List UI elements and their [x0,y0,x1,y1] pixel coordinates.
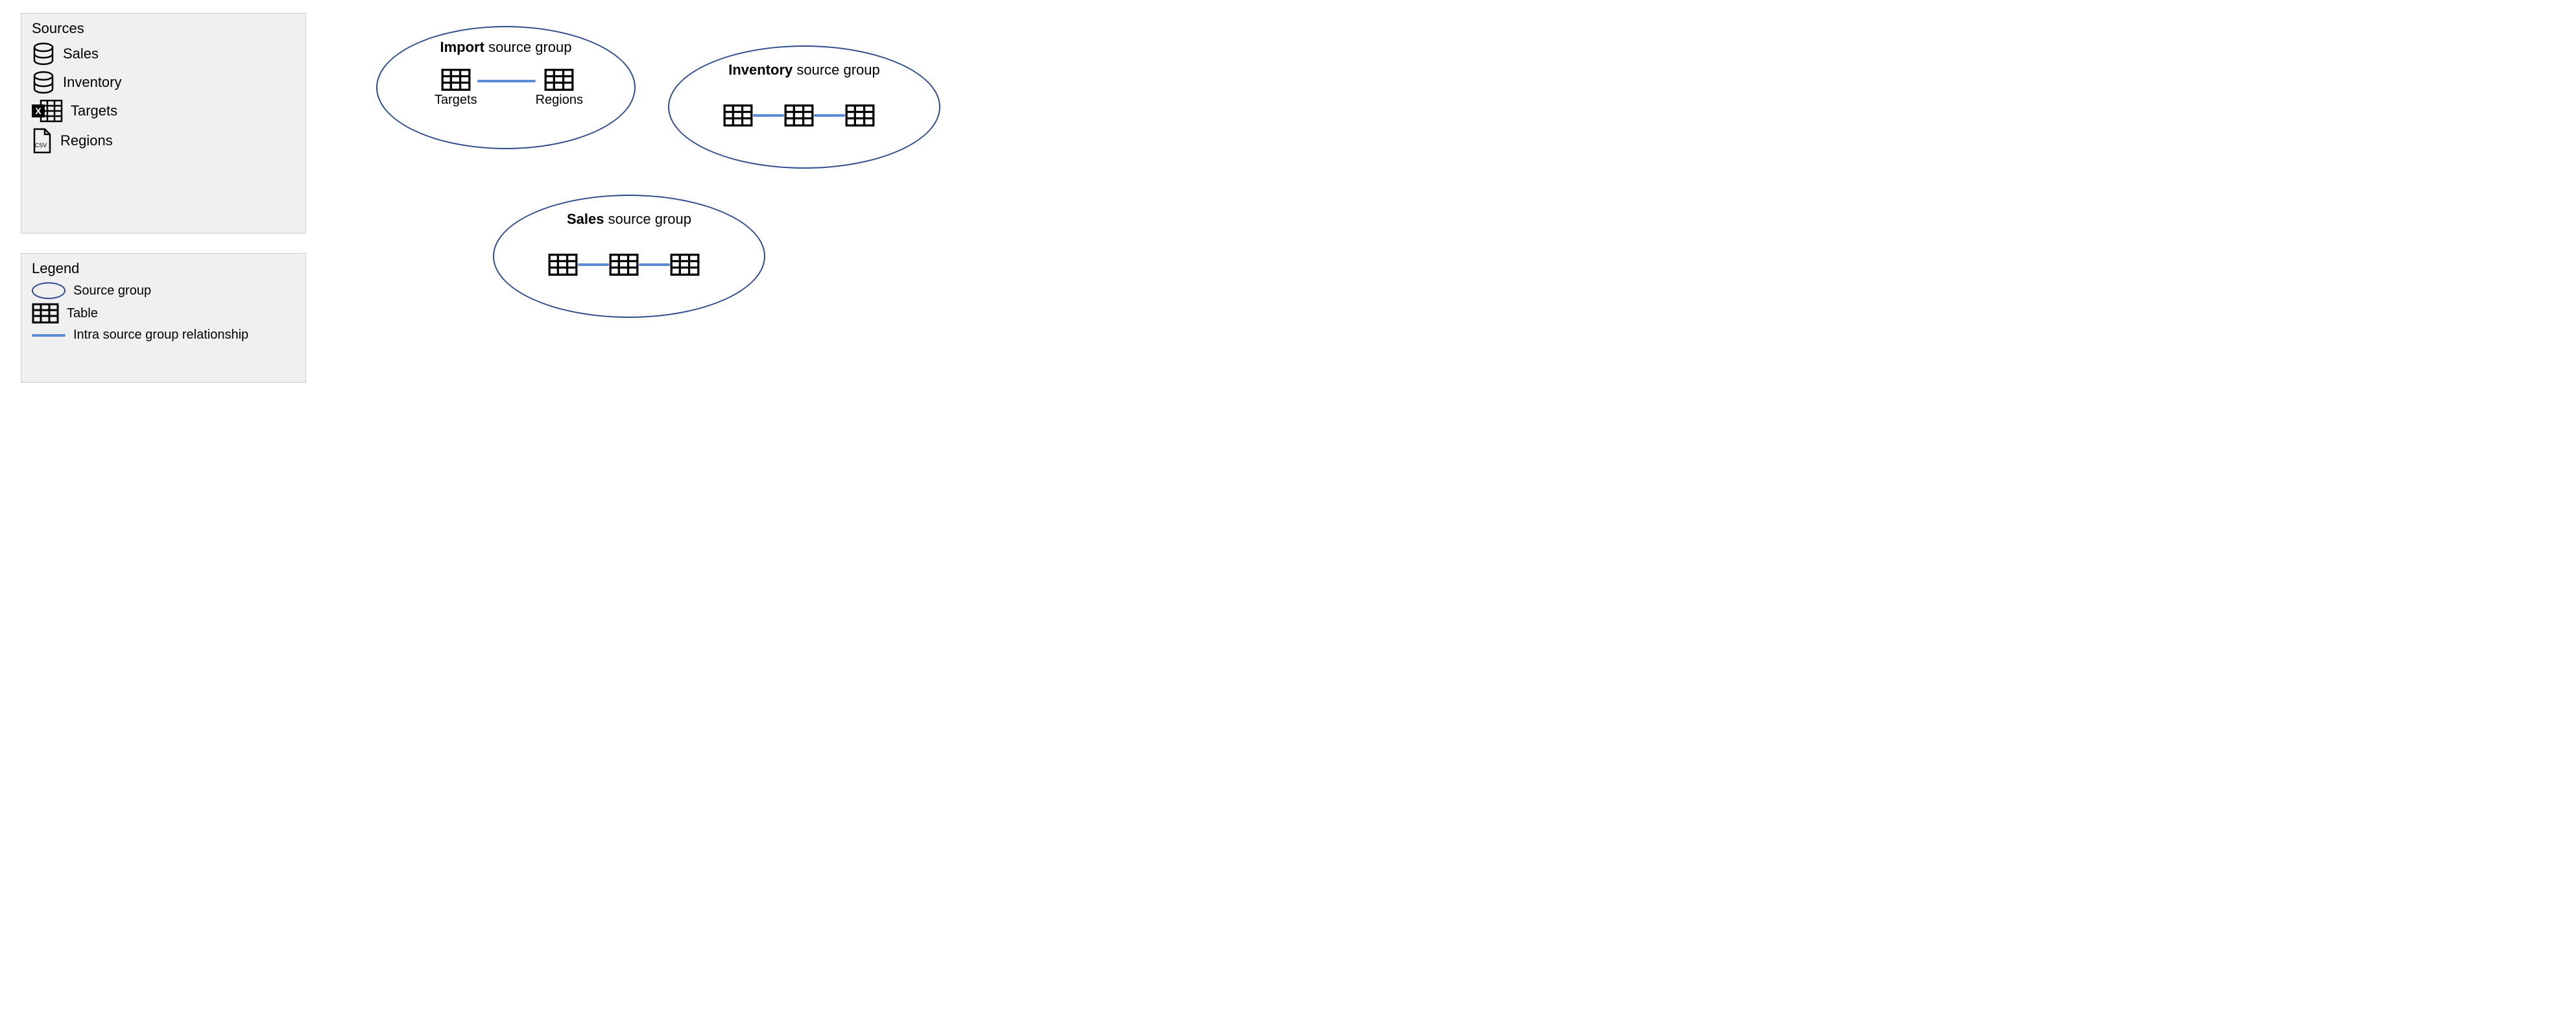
source-label: Targets [71,103,117,119]
svg-text:X: X [35,106,42,116]
legend-label: Intra source group relationship [73,328,248,343]
table-icon [670,253,700,276]
table-icon [845,104,875,127]
legend-table: Table [32,303,295,324]
source-item-sales: Sales [32,42,295,66]
excel-icon: X [32,99,63,123]
inventory-group-title: Inventory source group [720,62,888,79]
legend-label: Table [67,306,98,321]
source-item-targets: X Targets [32,99,295,123]
table-icon [723,104,753,127]
ellipse-icon [32,282,66,299]
line-icon [32,334,66,337]
legend-label: Source group [73,284,151,298]
table-targets: Targets [435,68,477,108]
legend-source-group: Source group [32,282,295,299]
source-label: Regions [60,132,113,149]
legend-title: Legend [32,260,295,277]
title-rest: source group [793,62,880,78]
table-icon [609,253,639,276]
title-bold: Sales [567,211,604,227]
import-group-title: Import source group [435,39,577,56]
table-icon [441,68,471,91]
title-bold: Inventory [728,62,793,78]
sources-panel: Sources Sales Inventory [21,13,306,234]
relationship-line [814,114,845,117]
source-label: Inventory [63,74,122,91]
relationship-line [639,263,670,266]
import-tables: Targets Regions [435,68,583,108]
legend-panel: Legend Source group Table Intra source g… [21,253,306,383]
relationship-line [753,114,784,117]
diagram-canvas: Sources Sales Inventory [13,13,1005,409]
title-rest: source group [604,211,691,227]
table-icon [544,68,574,91]
source-item-inventory: Inventory [32,71,295,94]
table-icon [548,253,578,276]
legend-relationship: Intra source group relationship [32,328,295,343]
csv-file-icon: CSV [32,128,53,154]
table-label: Targets [435,93,477,108]
title-rest: source group [484,39,572,55]
table-label: Regions [536,93,583,108]
svg-text:CSV: CSV [35,142,47,149]
table-regions: Regions [536,68,583,108]
database-icon [32,42,55,66]
source-item-regions: CSV Regions [32,128,295,154]
table-icon [32,303,59,324]
sources-title: Sources [32,20,295,37]
sales-group-title: Sales source group [558,211,700,228]
source-label: Sales [63,45,99,62]
sales-tables [548,253,700,276]
table-icon [784,104,814,127]
relationship-line [477,80,536,82]
relationship-line [578,263,609,266]
title-bold: Import [440,39,484,55]
database-icon [32,71,55,94]
inventory-tables [723,104,875,127]
